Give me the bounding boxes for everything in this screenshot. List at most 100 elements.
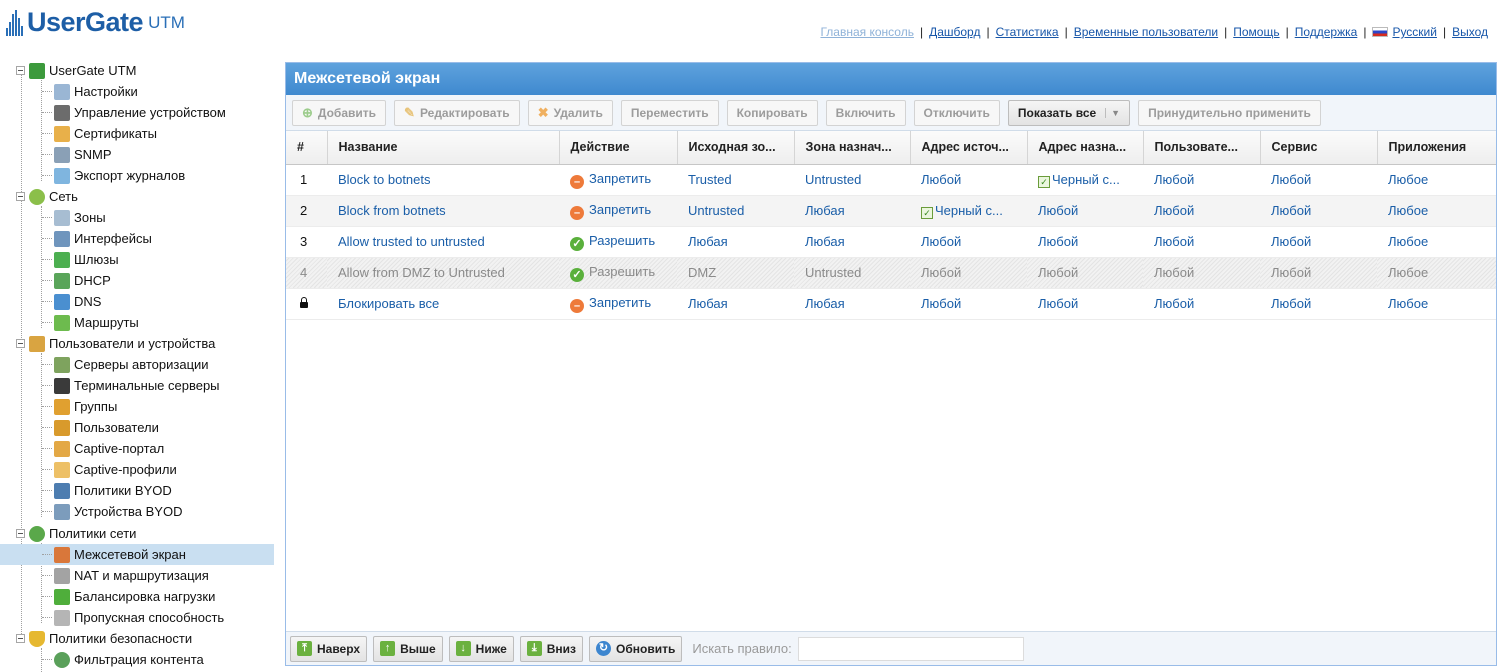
cell-service[interactable]: Любой xyxy=(1260,288,1377,320)
tree-item-terminal-servers[interactable]: Терминальные серверы xyxy=(0,375,274,396)
cell-action[interactable]: ✓ Разрешить xyxy=(559,226,677,258)
force-apply-button[interactable]: Принудительно применить xyxy=(1138,99,1321,126)
cell-src-zone[interactable]: Untrusted xyxy=(677,195,794,227)
col-src-addr[interactable]: Адрес источ... xyxy=(910,131,1028,165)
add-button[interactable]: ⊕ Добавить xyxy=(292,99,387,126)
cell-src-addr[interactable]: ✓ Черный с... xyxy=(910,195,1027,227)
table-row[interactable]: 1 Block to botnets – Запретить Trusted Un… xyxy=(286,164,1496,196)
tree-item-certificates[interactable]: Сертификаты xyxy=(0,123,274,144)
tree-item-network[interactable]: Сеть xyxy=(0,186,274,207)
disable-button[interactable]: Отключить xyxy=(913,99,1000,126)
cell-apps[interactable]: Любое xyxy=(1377,288,1496,320)
col-apps[interactable]: Приложения xyxy=(1377,131,1496,165)
link-help[interactable]: Помощь xyxy=(1233,25,1279,39)
cell-users[interactable]: Любой xyxy=(1143,164,1260,196)
tree-item-users[interactable]: Пользователи xyxy=(0,417,274,438)
tree-item-dns[interactable]: DNS xyxy=(0,291,274,312)
link-main-console[interactable]: Главная консоль xyxy=(820,25,914,39)
cell-src-addr[interactable]: Любой xyxy=(910,257,1027,289)
link-statistics[interactable]: Статистика xyxy=(996,25,1059,39)
cell-dst-addr[interactable]: Любой xyxy=(1027,195,1143,227)
tree-item-byod-policies[interactable]: Политики BYOD xyxy=(0,480,274,501)
collapse-icon[interactable] xyxy=(16,634,25,643)
link-language[interactable]: Русский xyxy=(1392,25,1437,39)
table-row[interactable]: 3 Allow trusted to untrusted ✓ Разрешить … xyxy=(286,226,1496,258)
tree-item-firewall[interactable]: Межсетевой экран xyxy=(0,544,274,565)
tree-item-security-policies[interactable]: Политики безопасности xyxy=(0,628,274,649)
collapse-icon[interactable] xyxy=(16,66,25,75)
cell-src-addr[interactable]: Любой xyxy=(910,288,1027,320)
cell-dst-zone[interactable]: Любая xyxy=(794,226,910,258)
move-bottom-button[interactable]: ⤓ Вниз xyxy=(519,635,584,662)
cell-dst-zone[interactable]: Untrusted xyxy=(794,164,910,196)
table-row-locked[interactable]: Блокировать все – Запретить Любая Любая Л… xyxy=(286,288,1496,320)
cell-users[interactable]: Любой xyxy=(1143,195,1260,227)
cell-src-zone[interactable]: Trusted xyxy=(677,164,794,196)
link-logout[interactable]: Выход xyxy=(1452,25,1488,39)
tree-item-content-filtering[interactable]: Фильтрация контента xyxy=(0,649,274,670)
cell-dst-zone[interactable]: Любая xyxy=(794,288,910,320)
cell-name[interactable]: Блокировать все xyxy=(327,288,559,320)
cell-service[interactable]: Любой xyxy=(1260,195,1377,227)
cell-src-zone[interactable]: Любая xyxy=(677,226,794,258)
tree-item-users-devices[interactable]: Пользователи и устройства xyxy=(0,333,274,354)
tree-item-dhcp[interactable]: DHCP xyxy=(0,270,274,291)
copy-button[interactable]: Копировать xyxy=(726,99,818,126)
collapse-icon[interactable] xyxy=(16,192,25,201)
tree-item-network-policies[interactable]: Политики сети xyxy=(0,523,274,544)
move-up-button[interactable]: ↑ Выше xyxy=(373,635,443,662)
collapse-icon[interactable] xyxy=(16,529,25,538)
col-name[interactable]: Название xyxy=(327,131,560,165)
delete-button[interactable]: ✖ Удалить xyxy=(527,99,613,126)
cell-dst-addr[interactable]: ✓ Черный с... xyxy=(1027,164,1143,196)
collapse-icon[interactable] xyxy=(16,339,25,348)
link-support[interactable]: Поддержка xyxy=(1295,25,1358,39)
cell-src-zone[interactable]: Любая xyxy=(677,288,794,320)
tree-item-captive-profiles[interactable]: Captive-профили xyxy=(0,459,274,480)
tree-item-nat-routing[interactable]: NAT и маршрутизация xyxy=(0,565,274,586)
col-num[interactable]: # xyxy=(286,131,328,165)
cell-name[interactable]: Allow from DMZ to Untrusted xyxy=(327,257,559,289)
cell-apps[interactable]: Любое xyxy=(1377,226,1496,258)
cell-users[interactable]: Любой xyxy=(1143,226,1260,258)
tree-item-interfaces[interactable]: Интерфейсы xyxy=(0,228,274,249)
show-all-dropdown[interactable]: Показать все ▼ xyxy=(1007,99,1131,126)
table-row-disabled[interactable]: 4 Allow from DMZ to Untrusted ✓ Разрешить… xyxy=(286,257,1496,289)
col-src-zone[interactable]: Исходная зо... xyxy=(677,131,795,165)
tree-item-byod-devices[interactable]: Устройства BYOD xyxy=(0,501,274,522)
col-dst-zone[interactable]: Зона назнач... xyxy=(794,131,911,165)
move-button[interactable]: Переместить xyxy=(620,99,719,126)
tree-item-zones[interactable]: Зоны xyxy=(0,207,274,228)
tree-item-gateways[interactable]: Шлюзы xyxy=(0,249,274,270)
chevron-down-icon[interactable]: ▼ xyxy=(1105,107,1120,118)
tree-item-load-balancing[interactable]: Балансировка нагрузки xyxy=(0,586,274,607)
col-service[interactable]: Сервис xyxy=(1260,131,1378,165)
cell-src-zone[interactable]: DMZ xyxy=(677,257,794,289)
move-down-button[interactable]: ↓ Ниже xyxy=(448,635,514,662)
cell-action[interactable]: – Запретить xyxy=(559,195,677,227)
cell-action[interactable]: – Запретить xyxy=(559,164,677,196)
tree-item-auth-servers[interactable]: Серверы авторизации xyxy=(0,354,274,375)
cell-src-addr[interactable]: Любой xyxy=(910,164,1027,196)
tree-item-log-export[interactable]: Экспорт журналов xyxy=(0,165,274,186)
tree-item-usergate-utm[interactable]: UserGate UTM xyxy=(0,60,274,81)
tree-item-captive-portal[interactable]: Captive-портал xyxy=(0,438,274,459)
col-action[interactable]: Действие xyxy=(559,131,678,165)
cell-action[interactable]: ✓ Разрешить xyxy=(559,257,677,289)
cell-dst-zone[interactable]: Untrusted xyxy=(794,257,910,289)
tree-item-groups[interactable]: Группы xyxy=(0,396,274,417)
move-top-button[interactable]: ⤒ Наверх xyxy=(290,635,368,662)
cell-apps[interactable]: Любое xyxy=(1377,195,1496,227)
tree-item-settings[interactable]: Настройки xyxy=(0,81,274,102)
refresh-button[interactable]: ↻ Обновить xyxy=(589,635,683,662)
cell-dst-addr[interactable]: Любой xyxy=(1027,288,1143,320)
cell-users[interactable]: Любой xyxy=(1143,257,1260,289)
link-dashboard[interactable]: Дашборд xyxy=(929,25,980,39)
cell-src-addr[interactable]: Любой xyxy=(910,226,1027,258)
link-temp-users[interactable]: Временные пользователи xyxy=(1074,25,1218,39)
tree-item-device-management[interactable]: Управление устройством xyxy=(0,102,274,123)
table-row[interactable]: 2 Block from botnets – Запретить Untruste… xyxy=(286,195,1496,227)
tree-item-bandwidth[interactable]: Пропускная способность xyxy=(0,607,274,628)
cell-name[interactable]: Allow trusted to untrusted xyxy=(327,226,559,258)
cell-dst-addr[interactable]: Любой xyxy=(1027,257,1143,289)
